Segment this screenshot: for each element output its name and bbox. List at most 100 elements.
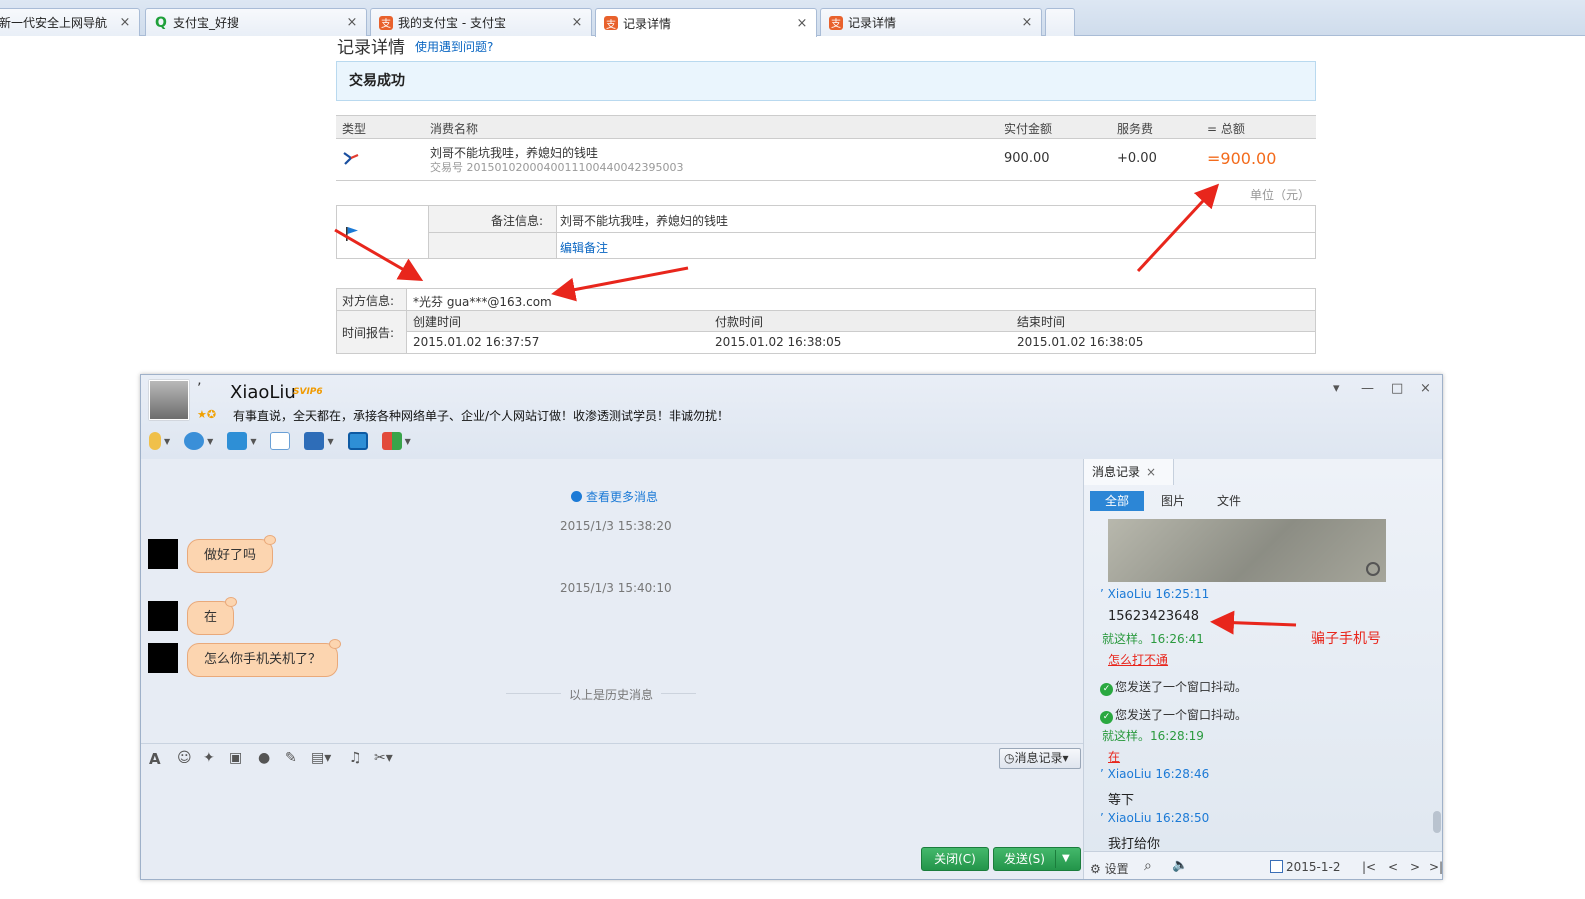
date-value: 2015-1-2 xyxy=(1286,860,1341,874)
divider xyxy=(1055,850,1056,868)
history-divider-text: 以上是历史消息 xyxy=(561,686,662,703)
time-header-paid: 付款时间 xyxy=(715,315,764,329)
tab-record-detail[interactable]: 支 记录详情 × xyxy=(820,8,1042,36)
chevron-down-icon[interactable]: ▼ xyxy=(1062,848,1070,870)
transfer-icon xyxy=(343,152,359,165)
tab-my-alipay[interactable]: 支 我的支付宝 - 支付宝 × xyxy=(370,8,592,36)
settings-button[interactable]: ⚙ 设置 xyxy=(1090,860,1129,877)
apps-button[interactable]: ▼ xyxy=(381,432,411,450)
image-icon[interactable]: ▤▾ xyxy=(311,750,331,766)
close-button[interactable]: 关闭(C) xyxy=(921,847,989,871)
chat-header: ’ XiaoLiu SVIP6 ★✪ 有事直说，全天都在，承接各种网络单子、企业… xyxy=(141,375,1442,459)
chevron-down-icon: ▼ xyxy=(207,436,214,446)
remote-desktop-button[interactable]: ▼ xyxy=(304,432,334,450)
time-header-created: 创建时间 xyxy=(413,315,462,329)
first-page-button[interactable]: |< xyxy=(1362,860,1376,874)
history-scrollbar[interactable] xyxy=(1433,519,1441,849)
col-paid: 实付金额 xyxy=(1004,122,1053,136)
close-icon[interactable]: × xyxy=(1146,465,1156,479)
zoom-in-icon[interactable] xyxy=(1366,562,1380,576)
memo-flag-cell xyxy=(337,206,429,258)
divider xyxy=(407,331,1315,332)
speaker-icon[interactable]: 🔈 xyxy=(1172,858,1188,873)
menu-dropdown-icon[interactable]: ▾ xyxy=(1333,381,1340,396)
emoji-icon[interactable]: ☺ xyxy=(177,750,192,766)
date-picker[interactable]: 2015-1-2 xyxy=(1270,860,1340,874)
history-scroll-thumb[interactable] xyxy=(1433,811,1441,833)
history-self-sender: 就这样。16:28:19 xyxy=(1102,729,1204,743)
contact-signature: 有事直说，全天都在，承接各种网络单子、企业/个人网站订做！收渗透测试学员！非诚勿… xyxy=(233,409,730,423)
next-page-button[interactable]: > xyxy=(1410,860,1420,874)
check-icon: ✓ xyxy=(1100,711,1113,724)
history-message: 我打给你 xyxy=(1108,837,1161,852)
send-button[interactable]: 发送(S) ▼ xyxy=(993,847,1081,871)
counterparty-table: 对方信息: *光芬 gua***@163.com 时间报告: 创建时间 付款时间… xyxy=(336,288,1316,354)
webcam-icon xyxy=(184,432,205,450)
tab-label: 记录详情 xyxy=(623,16,672,31)
counterparty-value: *光芬 gua***@163.com xyxy=(413,295,552,309)
shared-image-thumbnail[interactable] xyxy=(1108,519,1386,582)
browser-tab-bar: 新一代安全上网导航 × Q 支付宝_好搜 × 支 我的支付宝 - 支付宝 × 支… xyxy=(0,0,1585,37)
close-icon[interactable]: × xyxy=(796,16,808,31)
time-header-row xyxy=(407,311,1315,331)
share-screen-button[interactable] xyxy=(347,432,368,450)
flag-icon xyxy=(346,227,358,241)
message-history-button[interactable]: ◷消息记录▾ xyxy=(999,748,1081,769)
system-text: 您发送了一个窗口抖动。 xyxy=(1115,708,1248,722)
view-more-messages-link[interactable]: 查看更多消息 xyxy=(571,488,658,505)
last-page-button[interactable]: >| xyxy=(1429,860,1442,874)
edit-memo-link[interactable]: 编辑备注 xyxy=(560,239,608,256)
close-icon[interactable]: × xyxy=(119,15,131,30)
tab-nav[interactable]: 新一代安全上网导航 × xyxy=(0,8,140,36)
alipay-icon: 支 xyxy=(379,15,393,30)
maximize-icon[interactable]: □ xyxy=(1391,381,1403,396)
system-text: 您发送了一个窗口抖动。 xyxy=(1115,680,1248,694)
message-timestamp: 2015/1/3 15:40:10 xyxy=(560,581,672,595)
alipay-icon: 支 xyxy=(829,15,843,30)
search-icon: Q xyxy=(155,14,167,31)
chevron-down-icon: ▼ xyxy=(327,436,334,446)
folder-arrow-icon xyxy=(227,432,248,450)
voice-call-button[interactable]: ▼ xyxy=(149,432,170,450)
minimize-icon[interactable]: — xyxy=(1361,381,1374,396)
close-window-icon[interactable]: × xyxy=(1420,381,1431,396)
new-tab-button[interactable] xyxy=(1045,8,1075,36)
col-name: 消费名称 xyxy=(430,122,479,136)
sender-avatar[interactable] xyxy=(148,601,178,631)
avatar[interactable] xyxy=(149,380,189,420)
voice-message-icon[interactable]: ● xyxy=(258,750,270,766)
close-icon[interactable]: × xyxy=(346,15,358,30)
close-icon[interactable]: × xyxy=(1021,15,1033,30)
music-icon[interactable]: ♫ xyxy=(349,750,362,766)
edit-note-icon[interactable]: ✎ xyxy=(285,750,297,766)
search-icon[interactable]: ⌕ xyxy=(1144,858,1152,874)
tab-images[interactable]: 图片 xyxy=(1146,491,1200,511)
help-link[interactable]: 使用遇到问题? xyxy=(415,38,493,55)
magic-wand-icon[interactable]: ✦ xyxy=(203,750,215,766)
tab-label: 支付宝_好搜 xyxy=(173,16,240,30)
tab-record-detail-active[interactable]: 支 记录详情 × xyxy=(595,8,817,37)
sender-avatar[interactable] xyxy=(148,539,178,569)
message-input[interactable] xyxy=(141,771,1083,841)
apps-grid-icon xyxy=(381,432,402,450)
font-icon[interactable]: A xyxy=(149,750,161,768)
message-area[interactable]: 查看更多消息 2015/1/3 15:38:20 做好了吗 2015/1/3 1… xyxy=(141,459,1083,741)
video-clip-icon[interactable]: ▣ xyxy=(229,750,242,766)
contact-name[interactable]: XiaoLiu xyxy=(230,382,296,403)
tab-all[interactable]: 全部 xyxy=(1090,491,1144,511)
previous-page-button[interactable]: < xyxy=(1388,860,1398,874)
screenshot-scissors-icon[interactable]: ✂▾ xyxy=(374,750,393,766)
chevron-down-icon: ▾ xyxy=(1062,751,1069,765)
tab-files[interactable]: 文件 xyxy=(1202,491,1256,511)
send-file-button[interactable]: ▼ xyxy=(227,432,256,450)
message-history-label: 消息记录 xyxy=(1014,751,1063,765)
counterparty-label: 对方信息: xyxy=(342,294,395,308)
video-call-button[interactable]: ▼ xyxy=(184,432,213,450)
monitor-icon xyxy=(304,432,325,450)
chevron-down-icon: ▼ xyxy=(250,436,257,446)
history-panel-tab[interactable]: 消息记录 × xyxy=(1084,459,1174,485)
create-group-button[interactable] xyxy=(270,432,291,450)
tab-search[interactable]: Q 支付宝_好搜 × xyxy=(145,8,367,36)
close-icon[interactable]: × xyxy=(571,15,583,30)
sender-avatar[interactable] xyxy=(148,643,178,673)
